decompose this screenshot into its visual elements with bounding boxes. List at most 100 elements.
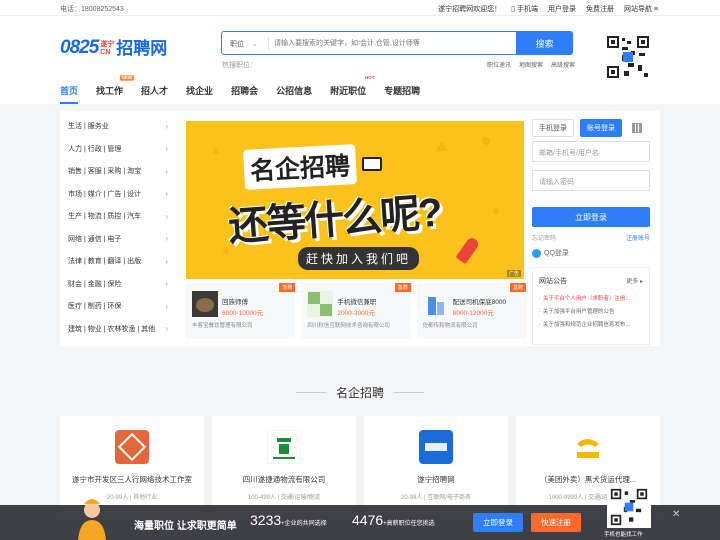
mobile-link[interactable]: ▯ 手机端 [511,4,538,14]
category-list: 生活 | 服务业 › 人力 | 行政 | 管理 › 销售 | 客服 | 采购 | 淘… [68,115,168,340]
free-register-link[interactable]: 免费注册 [586,4,614,14]
company-logo [267,430,301,464]
password-field[interactable]: 请输入密码 [532,170,650,191]
map-search-link[interactable]: 地图搜索 [519,60,543,69]
ad-label: 广告 [506,270,521,277]
notice-title: 网站公告 [539,278,567,285]
site-nav-link[interactable]: 网站导航 ≡ [624,4,658,14]
category-item[interactable]: 生活 | 服务业 › [68,115,168,138]
megaphone-icon [362,157,382,171]
company-name: 遂宁市开发区三人行网络技术工作室 [72,475,192,484]
category-item[interactable]: 市场 | 媒介 | 广告 | 设计 › [68,183,168,206]
chevron-right-icon: › [165,301,168,311]
bottom-login-button[interactable]: 立即登录 [473,513,523,532]
forgot-password-link[interactable]: 忘记密码 [532,233,556,242]
nav-companies[interactable]: 找企业 [186,84,213,104]
company-logo [571,430,605,464]
logo-name: 招聘网 [116,39,168,58]
qq-login[interactable]: QQ登录 [532,248,569,258]
nav-special-recruit[interactable]: 专题招聘 [384,84,420,104]
top-links: 遂宁招聘网欢迎您！ ▯ 手机端 用户登录 免费注册 网站导航 ≡ [438,4,658,14]
search-input[interactable] [274,35,512,51]
chevron-right-icon: › [165,256,168,266]
close-icon[interactable]: ✕ [672,509,680,520]
job-title: 手机微信兼职 [337,299,377,306]
company-name: 遂宁招聘网 [417,475,455,484]
job-salary: 2000-3000元 [337,310,375,317]
notice-item[interactable]: 关于平台个人用户（求职者）注册... [539,294,643,302]
promo-banner[interactable]: 名企招聘 还等什么呢? 赶快加入我们吧 广告 [186,121,524,279]
top-bar: 电话：18008252543 遂宁招聘网欢迎您！ ▯ 手机端 用户登录 免费注册… [0,0,720,16]
hot-search-label: 热搜职位： [222,62,257,69]
category-item[interactable]: 人力 | 行政 | 管理 › [68,138,168,161]
tab-mobile-login[interactable]: 手机登录 [532,119,574,137]
banner-cta: 赶快加入我们吧 [298,247,420,270]
logo-number: 0825 [60,37,99,58]
chevron-right-icon: › [165,234,168,244]
category-item[interactable]: 法律 | 教育 | 翻译 | 出版 › [68,250,168,273]
nav-home[interactable]: 首页 [60,84,79,104]
search-category-select[interactable]: 职位 ⌄ [230,39,258,49]
search-button[interactable]: 搜索 [516,31,573,55]
category-item[interactable]: 销售 | 客服 | 采购 | 淘宝 › [68,160,168,183]
job-title: 配送司机保底8000 [452,299,507,306]
user-login-link[interactable]: 用户登录 [548,4,576,14]
job-salary: 8000-12000元 [452,310,494,317]
qr-code-image [604,33,652,81]
chevron-right-icon: › [165,279,168,289]
qr-login-icon[interactable] [632,123,642,133]
job-news-link[interactable]: 职位速讯 [487,60,511,69]
job-card[interactable]: 急聘 回族师傅 6000-10000元 丰客宝餐饮管理有限公司 [186,283,296,339]
header: 0825 遂宁CN 招聘网 职位⌄ 搜索 热搜职位： 职位速讯 地图搜索 高级搜… [0,16,720,104]
category-item[interactable]: 网络 | 通信 | 电子 › [68,228,168,251]
qq-icon [532,248,541,258]
company-card[interactable]: 遂宁招聘网 20-99人 | 互联网/电子商务 [364,416,508,516]
notice-more-link[interactable]: 更多 ▸ [626,276,643,285]
chevron-down-icon: ⌄ [252,41,258,48]
new-badge: NEW [120,75,135,81]
job-salary: 6000-10000元 [222,310,264,317]
category-item[interactable]: 财会 | 金融 | 保险 › [68,273,168,296]
site-logo[interactable]: 0825 遂宁 CN 招聘网 [60,34,167,59]
notice-item[interactable]: 关于加强平台用户管理的公告 [539,307,643,315]
menu-icon: ≡ [653,6,658,13]
nav-find-job[interactable]: 找工作 NEW [96,75,135,104]
bottom-register-button[interactable]: 快速注册 [531,513,581,532]
job-title: 回族师傅 [222,299,248,306]
hot-badge: HOT [365,75,375,81]
bottom-qr-code [607,486,651,528]
chevron-right-icon: › [165,166,168,176]
logo-domain: 遂宁 CN [100,41,115,56]
notice-item[interactable]: 关于加强和规范企业招聘信息发布... [539,320,643,328]
chevron-right-icon: › [165,189,168,199]
chevron-right-icon: › [165,211,168,221]
login-button[interactable]: 立即登录 [532,207,650,227]
advanced-search-link[interactable]: 高级搜索 [551,60,575,69]
search-box: 职位⌄ 搜索 [221,31,573,55]
register-link[interactable]: 注册账号 [626,233,650,242]
username-field[interactable]: 邮箱/手机号/用户名 [532,141,650,162]
job-card[interactable]: 急聘 手机微信兼职 2000-3000元 四川秋信互联网技术咨询有限公司 [301,283,411,339]
nav-recruit[interactable]: 招人才 HOT [141,75,375,104]
category-item[interactable]: 建筑 | 物业 | 农林牧渔 | 其他 › [68,318,168,341]
qr-caption: 手机也能找工作 [604,532,643,538]
tab-account-login[interactable]: 账号登录 [580,119,622,137]
login-panel: 手机登录 账号登录 邮箱/手机号/用户名 请输入密码 立即登录 忘记密码 注册账… [532,119,652,345]
urgent-badge: 急聘 [394,283,411,292]
nav-public-recruit[interactable]: 公招信息 [276,84,312,104]
main-nav: 首页 找工作 NEW 招人才 HOT 找企业 招聘会 公招信息 附近职位 专题招聘 [60,75,438,104]
featured-jobs: 急聘 回族师傅 6000-10000元 丰客宝餐饮管理有限公司 急聘 手机微信兼… [186,283,526,339]
company-card[interactable]: 四川遂捷通物流有限公司 100-499人 | 交通/运输/物流 [212,416,356,516]
company-count: 3233+企业的共同选择 [250,512,327,528]
chevron-right-icon: ▸ [639,279,643,285]
welcome-text: 遂宁招聘网欢迎您！ [438,6,502,13]
section-title: 名企招聘 [335,386,384,400]
nav-nearby-jobs[interactable]: 附近职位 [330,84,366,104]
job-count: 4476+高薪职位任您挑选 [352,512,435,528]
section-heading: 名企招聘 [290,384,430,401]
company-logo [419,430,453,464]
nav-job-fair[interactable]: 招聘会 [231,84,258,104]
category-item[interactable]: 医疗 | 制药 | 环保 › [68,295,168,318]
category-item[interactable]: 生产 | 物流 | 质控 | 汽车 › [68,205,168,228]
job-card[interactable]: 急聘 配送司机保底8000 8000-12000元 佐都传和物流有限公司 [416,283,526,339]
